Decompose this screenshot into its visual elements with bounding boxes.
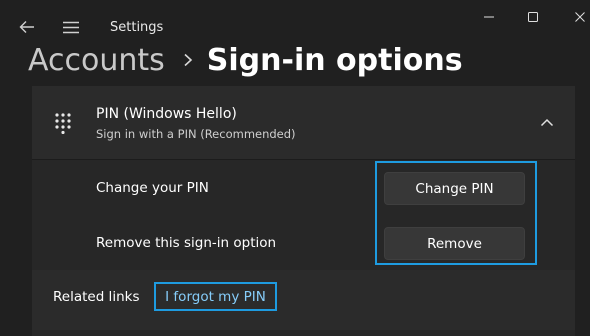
forgot-pin-highlight-box: I forgot my PIN: [154, 282, 277, 311]
chevron-right-icon: [183, 53, 193, 67]
pin-card-subtitle: Sign in with a PIN (Recommended): [96, 127, 296, 141]
forgot-pin-link[interactable]: I forgot my PIN: [165, 289, 266, 305]
back-arrow-icon: [19, 21, 34, 33]
related-links-label: Related links: [53, 289, 140, 305]
navigation-menu-button[interactable]: [60, 16, 82, 38]
chevron-up-icon: [540, 118, 554, 127]
pin-card-title: PIN (Windows Hello): [96, 106, 237, 122]
breadcrumb-accounts-link[interactable]: Accounts: [28, 43, 165, 78]
change-pin-button[interactable]: Change PIN: [384, 172, 525, 205]
collapse-button[interactable]: [538, 114, 556, 132]
window-title: Settings: [110, 20, 164, 35]
maximize-icon: [528, 12, 538, 22]
remove-signin-label: Remove this sign-in option: [96, 235, 277, 251]
change-pin-label: Change your PIN: [96, 180, 209, 196]
close-button[interactable]: [566, 6, 590, 28]
page-title: Sign-in options: [206, 42, 463, 78]
keypad-icon: [55, 113, 71, 134]
pin-card-header[interactable]: PIN (Windows Hello) Sign in with a PIN (…: [32, 86, 575, 160]
pin-settings-card: PIN (Windows Hello) Sign in with a PIN (…: [32, 86, 575, 336]
title-bar: Settings: [0, 0, 590, 40]
minimize-button[interactable]: [475, 6, 503, 28]
maximize-button[interactable]: [519, 6, 547, 28]
close-icon: [575, 12, 585, 22]
minimize-icon: [484, 16, 494, 18]
back-button[interactable]: [16, 16, 38, 38]
breadcrumb: Accounts Sign-in options: [28, 38, 463, 82]
hamburger-menu-icon: [63, 21, 79, 33]
related-links-section: Related links I forgot my PIN: [32, 270, 575, 330]
remove-button[interactable]: Remove: [384, 227, 525, 260]
